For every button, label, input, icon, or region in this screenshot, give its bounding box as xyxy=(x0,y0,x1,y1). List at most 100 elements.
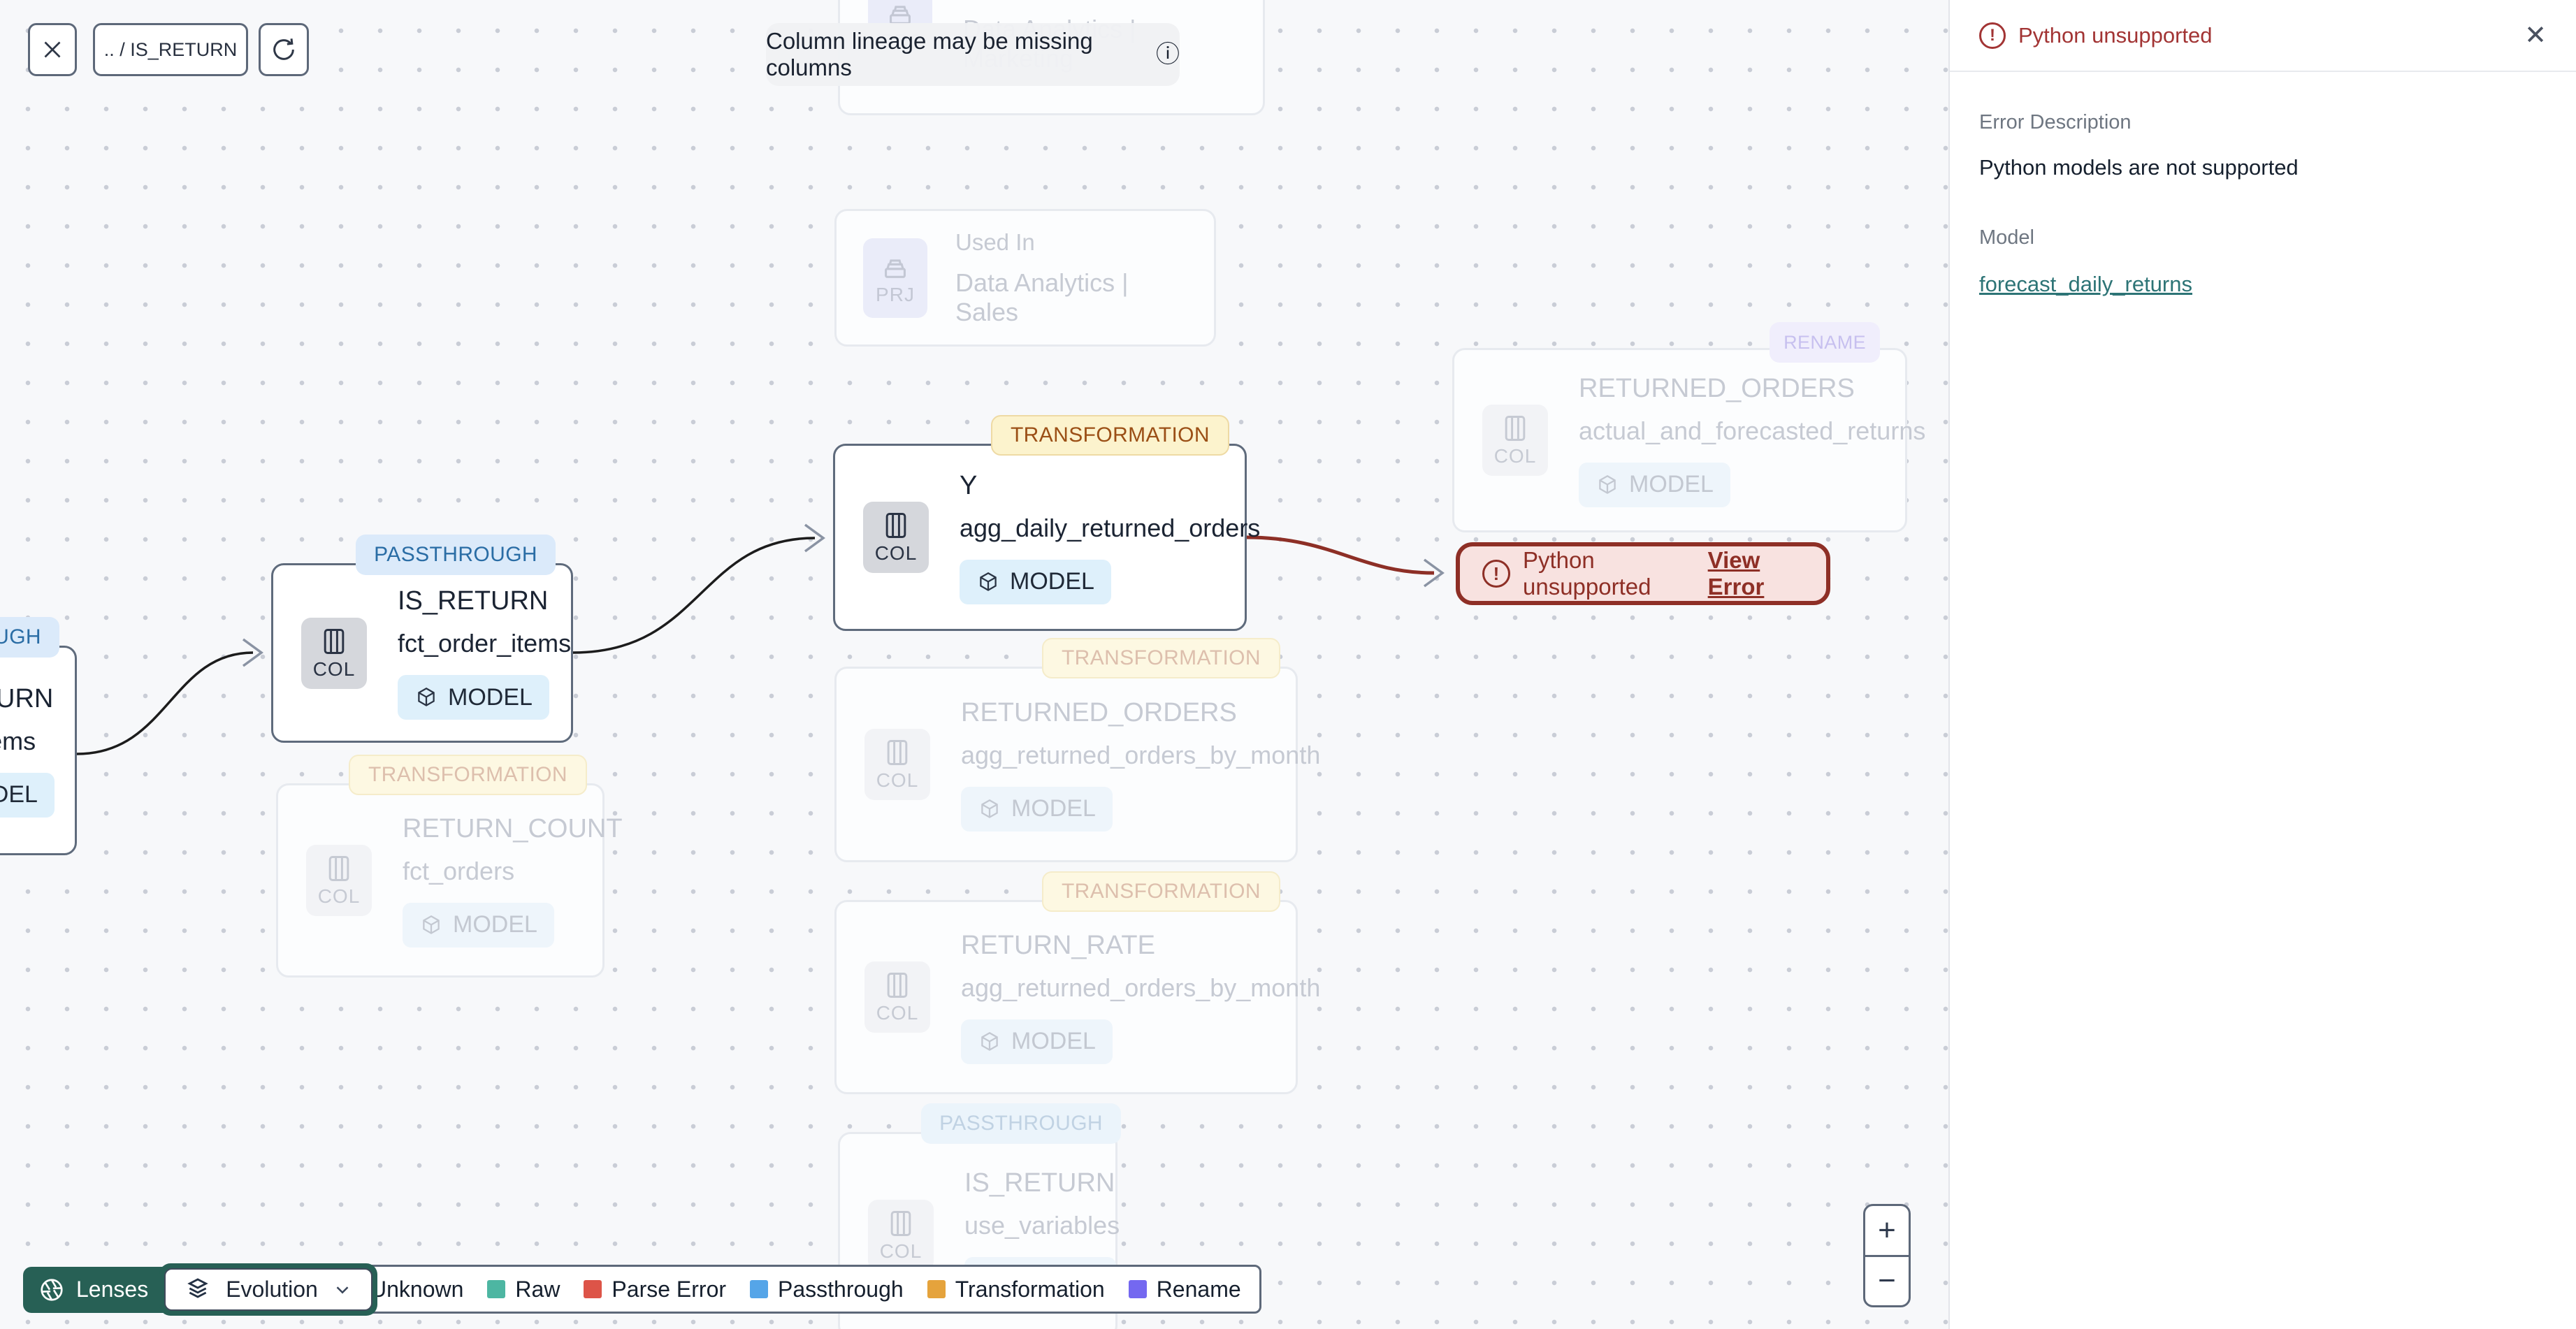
model-tag: MODEL xyxy=(403,902,554,947)
model-tag-label: MODEL xyxy=(1010,568,1094,595)
refresh-button[interactable] xyxy=(259,23,309,76)
node-agg-daily-returned-orders[interactable]: TRANSFORMATION COL Y agg_daily_returned_… xyxy=(833,415,1260,631)
node-subtitle: agg_daily_returned_orders xyxy=(960,513,1261,542)
model-tag-label: MODEL xyxy=(1629,471,1714,498)
column-icon-label: COL xyxy=(876,769,919,791)
lenses-button[interactable]: Lenses xyxy=(23,1266,173,1313)
lineage-warning-banner: Column lineage may be missing columns ⓘ xyxy=(766,23,1180,86)
app: PRJ Used In Data Analytics | Marketing P… xyxy=(0,0,2576,1329)
legend-item-rename: Rename xyxy=(1128,1276,1241,1302)
lenses-group: Lenses Evolution xyxy=(23,1263,377,1316)
error-description-label: Error Description xyxy=(1979,111,2132,133)
error-node-python-unsupported[interactable]: ! Python unsupported View Error xyxy=(1456,542,1830,605)
view-error-link[interactable]: View Error xyxy=(1708,547,1804,600)
zoom-out-button[interactable]: − xyxy=(1865,1257,1909,1306)
model-tag: MODEL xyxy=(1579,462,1730,507)
legend-swatch xyxy=(487,1280,506,1298)
legend-label: Passthrough xyxy=(778,1276,904,1302)
model-tag-label: MODEL xyxy=(448,683,533,711)
zoom-controls: + − xyxy=(1863,1204,1911,1307)
column-icon-label: COL xyxy=(317,885,361,907)
lens-select[interactable]: Evolution xyxy=(164,1268,372,1311)
banner-text: Column lineage may be missing columns xyxy=(766,28,1093,80)
column-icon: COL xyxy=(864,729,930,800)
transformation-badge: TRANSFORMATION xyxy=(1041,638,1280,678)
lens-select-ring: Evolution xyxy=(159,1263,377,1316)
lens-selected-value: Evolution xyxy=(226,1277,318,1302)
passthrough-badge: PASSTHROUGH xyxy=(356,535,556,575)
cube-icon xyxy=(981,1031,998,1051)
node-left-partial[interactable]: PASSTHROUGH COL IS_RETURN order_items xyxy=(0,617,77,855)
node-subtitle: actual_and_forecasted_returns xyxy=(1579,416,1926,445)
passthrough-badge: PASSTHROUGH xyxy=(0,617,59,658)
legend-label: Unknown xyxy=(370,1276,464,1302)
model-tag-label: MODEL xyxy=(1011,1028,1096,1054)
error-panel-header: ! Python unsupported ✕ xyxy=(1950,0,2576,72)
node-returned-orders-by-month[interactable]: TRANSFORMATION COL RETURNED_ORDERS agg_r… xyxy=(834,638,1320,862)
column-icon-label: COL xyxy=(1493,445,1537,467)
rename-badge: RENAME xyxy=(1770,322,1880,363)
breadcrumb[interactable]: .. / IS_RETURN xyxy=(93,23,248,76)
node-subtitle: agg_returned_orders_by_month xyxy=(961,740,1321,769)
chevron-down-icon xyxy=(336,1286,349,1294)
error-panel: ! Python unsupported ✕ Error Description… xyxy=(1948,0,2576,1329)
node-title: IS_RETURN xyxy=(0,683,54,713)
node-subtitle: agg_returned_orders_by_month xyxy=(961,973,1321,1002)
legend-swatch xyxy=(1128,1280,1147,1298)
node-actual-and-forecasted-returns[interactable]: RENAME COL RETURNED_ORDERS actual_and_fo… xyxy=(1452,322,1925,532)
model-tag-label: MODEL xyxy=(1011,795,1096,822)
node-return-count[interactable]: TRANSFORMATION COL RETURN_COUNT fct_orde… xyxy=(276,755,623,978)
close-lineage-button[interactable] xyxy=(28,23,77,76)
project-icon: PRJ xyxy=(863,238,927,318)
node-title: RETURN_RATE xyxy=(961,930,1155,960)
legend-label: Parse Error xyxy=(612,1276,727,1302)
minus-icon: − xyxy=(1878,1263,1896,1298)
node-subtitle: fct_order_items xyxy=(398,629,572,658)
column-icon: COL xyxy=(1482,405,1548,476)
error-panel-title: Python unsupported xyxy=(2018,22,2213,48)
model-tag: MODEL xyxy=(0,772,55,818)
node-title: RETURN_COUNT xyxy=(403,813,623,843)
node-return-rate[interactable]: TRANSFORMATION COL RETURN_RATE agg_retur… xyxy=(834,871,1320,1094)
transformation-badge: TRANSFORMATION xyxy=(990,415,1229,456)
node-is-return-fct-order-items[interactable]: PASSTHROUGH COL IS_RETURN fct_order_item… xyxy=(271,535,573,743)
model-link[interactable]: forecast_daily_returns xyxy=(1979,272,2192,297)
node-title: Used In xyxy=(955,228,1035,255)
lineage-canvas[interactable]: PRJ Used In Data Analytics | Marketing P… xyxy=(0,0,1948,1329)
column-icon-label: COL xyxy=(874,542,918,564)
legend-label: Transformation xyxy=(955,1276,1105,1302)
node-title: IS_RETURN xyxy=(964,1168,1115,1198)
warning-icon: ! xyxy=(1482,560,1510,588)
model-tag-label: MODEL xyxy=(453,911,537,938)
column-icon-label: COL xyxy=(312,658,356,680)
cube-icon xyxy=(1599,474,1616,494)
cube-icon xyxy=(981,799,998,818)
legend-swatch xyxy=(927,1280,946,1298)
plus-icon: + xyxy=(1878,1212,1896,1247)
node-subtitle: order_items xyxy=(0,726,36,755)
close-panel-button[interactable]: ✕ xyxy=(2524,20,2547,51)
node-subtitle: fct_orders xyxy=(403,856,515,885)
model-tag: MODEL xyxy=(961,1019,1113,1064)
model-label: Model xyxy=(1979,226,2034,249)
lineage-type-legend: Unknown Raw Parse Error Passthrough Tran… xyxy=(322,1265,1261,1314)
layers-icon xyxy=(187,1277,208,1298)
legend-item-raw: Raw xyxy=(487,1277,560,1302)
project-icon-label: PRJ xyxy=(876,283,915,305)
model-tag: MODEL xyxy=(398,675,549,720)
lens-aperture-icon xyxy=(41,1278,63,1301)
zoom-in-button[interactable]: + xyxy=(1865,1206,1909,1257)
cube-icon xyxy=(418,687,435,706)
column-icon: COL xyxy=(868,1199,934,1271)
close-icon xyxy=(44,41,61,58)
transformation-badge: TRANSFORMATION xyxy=(1041,871,1280,912)
edge-agg-to-error xyxy=(1246,535,1435,575)
edge-isreturn-to-agg xyxy=(572,537,816,654)
lenses-label: Lenses xyxy=(76,1277,149,1302)
node-used-in-sales[interactable]: PRJ Used In Data Analytics | Sales xyxy=(834,209,1216,347)
node-title: Used In xyxy=(963,0,1043,2)
node-title: Y xyxy=(960,470,978,500)
legend-label: Rename xyxy=(1156,1276,1241,1302)
node-title: RETURNED_ORDERS xyxy=(1579,373,1855,403)
refresh-icon xyxy=(273,38,294,60)
